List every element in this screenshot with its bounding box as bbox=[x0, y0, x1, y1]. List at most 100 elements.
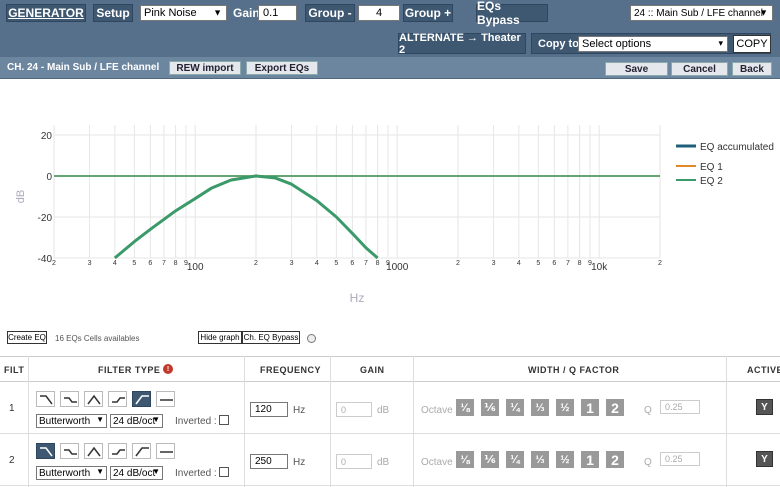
filter-family-value: Butterworth bbox=[39, 415, 91, 427]
peak-icon bbox=[87, 446, 101, 457]
generator-button[interactable]: GENERATOR bbox=[6, 4, 86, 22]
group-plus-button[interactable]: Group + bbox=[403, 4, 453, 22]
octave-button[interactable]: ¼ bbox=[506, 451, 524, 468]
slope-select[interactable]: 24 dB/oct ▼ bbox=[110, 466, 163, 480]
filter-type-notch-icon[interactable] bbox=[60, 391, 79, 407]
active-toggle-button[interactable]: Y bbox=[756, 399, 773, 415]
x-tick-label: 4 bbox=[315, 260, 319, 267]
y-tick-label: 0 bbox=[46, 172, 52, 183]
info-icon[interactable]: ! bbox=[163, 364, 173, 374]
copy-to-select[interactable]: Select options ▾ bbox=[578, 36, 728, 52]
x-tick-label: 5 bbox=[536, 260, 540, 267]
filter-type-high-pass-icon[interactable] bbox=[132, 443, 151, 459]
x-tick-label: 4 bbox=[113, 260, 117, 267]
group-input[interactable]: 4 bbox=[358, 5, 400, 21]
noise-select[interactable]: Pink Noise ▼ bbox=[140, 5, 227, 21]
chevron-down-icon: ▼ bbox=[759, 7, 768, 18]
x-axis-label: Hz bbox=[350, 291, 365, 305]
octave-button[interactable]: 2 bbox=[606, 399, 624, 416]
filter-family-select[interactable]: Butterworth ▼ bbox=[36, 414, 107, 428]
x-tick-label: 8 bbox=[578, 260, 582, 267]
octave-button[interactable]: ½ bbox=[556, 399, 574, 416]
filter-type-low-shelf-icon[interactable] bbox=[36, 391, 55, 407]
all-pass-icon bbox=[160, 399, 173, 401]
legend-label: EQ 2 bbox=[700, 176, 723, 187]
x-tick-label: 6 bbox=[148, 260, 152, 267]
chevron-down-icon: ▼ bbox=[152, 467, 160, 476]
x-tick-label: 10k bbox=[591, 262, 608, 273]
gain-unit: dB bbox=[377, 457, 390, 468]
octave-button[interactable]: ¼ bbox=[506, 399, 524, 416]
filter-type-all-pass-icon[interactable] bbox=[156, 391, 175, 407]
filter-type-notch-icon[interactable] bbox=[60, 443, 79, 459]
gain-input[interactable]: 0 bbox=[336, 454, 372, 469]
q-label: Q bbox=[644, 405, 652, 416]
header-active: ACTIVE bbox=[747, 365, 780, 375]
filter-type-low-shelf-icon[interactable] bbox=[36, 443, 55, 459]
filter-type-high-shelf-icon[interactable] bbox=[108, 391, 127, 407]
group-minus-button[interactable]: Group - bbox=[305, 4, 355, 22]
header-filter-type: FILTER TYPE bbox=[98, 365, 161, 375]
inverted-checkbox[interactable] bbox=[219, 415, 229, 425]
header-filt: FILT bbox=[4, 365, 25, 375]
filter-type-peak-icon[interactable] bbox=[84, 443, 103, 459]
slope-select[interactable]: 24 dB/oct ▼ bbox=[110, 414, 163, 428]
alternate-theater-button[interactable]: ALTERNATE → Theater 2 bbox=[398, 32, 526, 56]
filter-family-select[interactable]: Butterworth ▼ bbox=[36, 466, 107, 480]
active-toggle-button[interactable]: Y bbox=[756, 451, 773, 467]
frequency-unit: Hz bbox=[293, 457, 306, 468]
top-toolbar: GENERATOR Setup Pink Noise ▼ Gain 0.1 Gr… bbox=[0, 0, 780, 57]
octave-button[interactable]: ⅛ bbox=[456, 399, 474, 416]
save-button[interactable]: Save bbox=[605, 62, 668, 76]
channel-title: CH. 24 - Main Sub / LFE channel bbox=[7, 62, 160, 73]
eqs-bypass-button[interactable]: EQs Bypass bbox=[476, 0, 548, 27]
setup-button[interactable]: Setup bbox=[93, 4, 133, 22]
create-eq-button[interactable]: Create EQ bbox=[7, 331, 47, 344]
cells-available-text: 16 EQs Cells availables bbox=[55, 334, 140, 343]
header-width-q: WIDTH / Q FACTOR bbox=[528, 365, 620, 375]
y-tick-label: 20 bbox=[41, 131, 53, 142]
legend-label: EQ accumulated bbox=[700, 142, 774, 153]
chevron-down-icon: ▾ bbox=[718, 37, 723, 48]
channel-select[interactable]: 24 :: Main Sub / LFE channel ▼ bbox=[630, 5, 773, 21]
inverted-checkbox[interactable] bbox=[219, 467, 229, 477]
filter-type-all-pass-icon[interactable] bbox=[156, 443, 175, 459]
q-input[interactable]: 0.25 bbox=[660, 400, 700, 414]
row-index: 1 bbox=[9, 403, 15, 414]
filter-type-high-shelf-icon[interactable] bbox=[108, 443, 127, 459]
gain-input[interactable]: 0.1 bbox=[258, 5, 297, 21]
copy-button[interactable]: COPY bbox=[733, 35, 771, 53]
back-button[interactable]: Back bbox=[732, 62, 772, 76]
x-tick-label: 8 bbox=[174, 260, 178, 267]
q-input[interactable]: 0.25 bbox=[660, 452, 700, 466]
high-shelf-icon bbox=[112, 449, 125, 455]
gain-input[interactable]: 0 bbox=[336, 402, 372, 417]
frequency-input[interactable]: 120 bbox=[250, 402, 288, 417]
octave-button[interactable]: ⅙ bbox=[481, 399, 499, 416]
chevron-down-icon: ▼ bbox=[96, 467, 104, 476]
filter-type-high-pass-icon[interactable] bbox=[132, 391, 151, 407]
bypass-radio[interactable] bbox=[307, 334, 316, 343]
octave-button[interactable]: ⅓ bbox=[531, 399, 549, 416]
header-frequency: FREQUENCY bbox=[260, 365, 322, 375]
octave-button[interactable]: ⅓ bbox=[531, 451, 549, 468]
hide-graph-button[interactable]: Hide graph bbox=[198, 331, 242, 344]
eq-chart: 200-20-40 2 3 4 5 6 7 8 9100 2 3 4 5 6 7 8 91000 2 3 4 5 6 7 8 9… bbox=[15, 125, 774, 305]
cancel-button[interactable]: Cancel bbox=[671, 62, 728, 76]
frequency-input[interactable]: 250 bbox=[250, 454, 288, 469]
octave-button[interactable]: ⅙ bbox=[481, 451, 499, 468]
filter-type-peak-icon[interactable] bbox=[84, 391, 103, 407]
rew-import-button[interactable]: REW import bbox=[169, 61, 241, 75]
octave-button[interactable]: ⅛ bbox=[456, 451, 474, 468]
x-tick-label: 2 bbox=[254, 260, 258, 267]
x-tick-label: 2 bbox=[658, 260, 662, 267]
ch-eq-bypass-button[interactable]: Ch. EQ Bypass bbox=[242, 331, 300, 344]
eq-table-row: 1 Butterworth ▼ 24 dB/oct ▼ Inverted :120 Hz 0 d… bbox=[0, 382, 780, 434]
inverted-label: Inverted : bbox=[175, 416, 217, 427]
export-eqs-button[interactable]: Export EQs bbox=[246, 61, 318, 75]
notch-icon bbox=[64, 397, 77, 403]
octave-button[interactable]: ½ bbox=[556, 451, 574, 468]
octave-button[interactable]: 2 bbox=[606, 451, 624, 468]
octave-button[interactable]: 1 bbox=[581, 399, 599, 416]
octave-button[interactable]: 1 bbox=[581, 451, 599, 468]
